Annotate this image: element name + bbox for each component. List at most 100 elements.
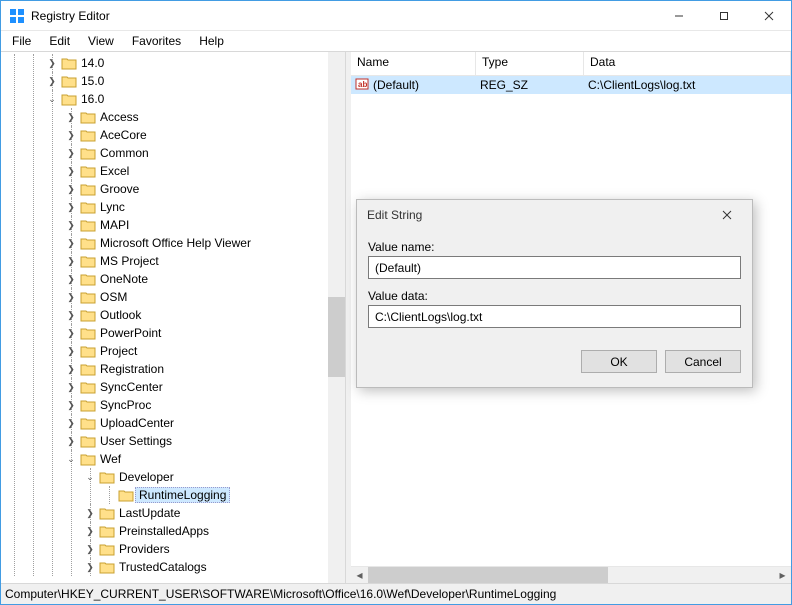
value-data-input[interactable] (368, 305, 741, 328)
expand-icon[interactable]: ❯ (64, 202, 78, 213)
folder-icon (80, 146, 96, 160)
expand-icon[interactable]: ❯ (64, 130, 78, 141)
dialog-title: Edit String (367, 208, 422, 222)
folder-icon (99, 470, 115, 484)
tree-node-uploadcenter[interactable]: ❯UploadCenter (64, 414, 345, 432)
expand-icon[interactable]: ❯ (64, 112, 78, 123)
horizontal-scrollbar[interactable]: ◂ ▸ (351, 566, 791, 583)
menu-edit[interactable]: Edit (40, 32, 79, 50)
tree-node-trustedcatalogs[interactable]: ❯TrustedCatalogs (83, 558, 345, 576)
window-controls (656, 1, 791, 30)
expand-icon[interactable]: ❯ (64, 256, 78, 267)
tree-node-project[interactable]: ❯Project (64, 342, 345, 360)
ok-button[interactable]: OK (581, 350, 657, 373)
column-type[interactable]: Type (476, 52, 584, 75)
cancel-button[interactable]: Cancel (665, 350, 741, 373)
tree-node-excel[interactable]: ❯Excel (64, 162, 345, 180)
tree-node-15[interactable]: ❯15.0 (45, 72, 345, 90)
tree-node-mapi[interactable]: ❯MAPI (64, 216, 345, 234)
dialog-close-button[interactable] (712, 208, 742, 223)
scroll-track[interactable] (368, 567, 774, 583)
scroll-right-icon[interactable]: ▸ (774, 567, 791, 584)
expand-icon[interactable]: ❯ (83, 508, 97, 519)
tree-node-lastupdate[interactable]: ❯LastUpdate (83, 504, 345, 522)
folder-icon (61, 56, 77, 70)
tree-node-onenote[interactable]: ❯OneNote (64, 270, 345, 288)
expand-icon[interactable]: ❯ (45, 76, 59, 87)
value-data-label: Value data: (368, 289, 741, 303)
folder-icon (118, 488, 134, 502)
tree-node-providers[interactable]: ❯Providers (83, 540, 345, 558)
collapse-icon[interactable]: ⌄ (45, 94, 59, 105)
menu-view[interactable]: View (79, 32, 123, 50)
expand-icon[interactable]: ❯ (64, 292, 78, 303)
string-value-icon: ab (355, 77, 369, 94)
column-name[interactable]: Name (351, 52, 476, 75)
expand-icon[interactable]: ❯ (64, 400, 78, 411)
scroll-left-icon[interactable]: ◂ (351, 567, 368, 584)
folder-icon (80, 308, 96, 322)
tree-node-osm[interactable]: ❯OSM (64, 288, 345, 306)
tree-node-developer[interactable]: ⌄Developer (83, 468, 345, 486)
value-row[interactable]: ab (Default) REG_SZ C:\ClientLogs\log.tx… (351, 76, 791, 94)
expand-icon[interactable]: ❯ (64, 382, 78, 393)
folder-icon (80, 290, 96, 304)
menubar: File Edit View Favorites Help (1, 31, 791, 51)
maximize-button[interactable] (701, 1, 746, 30)
tree-node-runtimelogging[interactable]: RuntimeLogging (102, 486, 345, 504)
tree-node-msproject[interactable]: ❯MS Project (64, 252, 345, 270)
column-data[interactable]: Data (584, 52, 791, 75)
close-button[interactable] (746, 1, 791, 30)
tree-node-outlook[interactable]: ❯Outlook (64, 306, 345, 324)
minimize-button[interactable] (656, 1, 701, 30)
folder-icon (80, 380, 96, 394)
tree-node-common[interactable]: ❯Common (64, 144, 345, 162)
folder-icon (80, 362, 96, 376)
menu-help[interactable]: Help (190, 32, 233, 50)
expand-icon[interactable]: ❯ (64, 364, 78, 375)
dialog-titlebar[interactable]: Edit String (357, 200, 752, 230)
collapse-icon[interactable]: ⌄ (83, 472, 97, 483)
tree-node-powerpoint[interactable]: ❯PowerPoint (64, 324, 345, 342)
tree-node-access[interactable]: ❯Access (64, 108, 345, 126)
expand-icon[interactable]: ❯ (64, 274, 78, 285)
registry-tree[interactable]: ❯14.0 ❯15.0 ⌄16.0 ❯Access ❯AceCore ❯Comm… (1, 52, 345, 578)
tree-node-14[interactable]: ❯14.0 (45, 54, 345, 72)
expand-icon[interactable]: ❯ (64, 220, 78, 231)
tree-node-synccenter[interactable]: ❯SyncCenter (64, 378, 345, 396)
registry-editor-window: Registry Editor File Edit View Favorites… (0, 0, 792, 605)
tree-node-groove[interactable]: ❯Groove (64, 180, 345, 198)
expand-icon[interactable]: ❯ (83, 526, 97, 537)
value-name-input[interactable] (368, 256, 741, 279)
expand-icon[interactable]: ❯ (64, 238, 78, 249)
expand-icon[interactable]: ❯ (64, 310, 78, 321)
expand-icon[interactable]: ❯ (64, 184, 78, 195)
expand-icon[interactable]: ❯ (83, 544, 97, 555)
tree-node-lync[interactable]: ❯Lync (64, 198, 345, 216)
tree-node-acecore[interactable]: ❯AceCore (64, 126, 345, 144)
expand-icon[interactable]: ❯ (64, 328, 78, 339)
tree-node-preinstalledapps[interactable]: ❯PreinstalledApps (83, 522, 345, 540)
tree-node-registration[interactable]: ❯Registration (64, 360, 345, 378)
titlebar: Registry Editor (1, 1, 791, 31)
folder-icon (80, 200, 96, 214)
menu-file[interactable]: File (3, 32, 40, 50)
expand-icon[interactable]: ❯ (83, 562, 97, 573)
expand-icon[interactable]: ❯ (45, 58, 59, 69)
menu-favorites[interactable]: Favorites (123, 32, 190, 50)
tree-node-16[interactable]: ⌄16.0 (45, 90, 345, 108)
expand-icon[interactable]: ❯ (64, 418, 78, 429)
tree-node-usersettings[interactable]: ❯User Settings (64, 432, 345, 450)
folder-icon (80, 344, 96, 358)
collapse-icon[interactable]: ⌄ (64, 454, 78, 465)
expand-icon[interactable]: ❯ (64, 148, 78, 159)
tree-node-wef[interactable]: ⌄Wef (64, 450, 345, 468)
tree-node-mohv[interactable]: ❯Microsoft Office Help Viewer (64, 234, 345, 252)
svg-text:ab: ab (358, 80, 367, 89)
tree-pane: ❯14.0 ❯15.0 ⌄16.0 ❯Access ❯AceCore ❯Comm… (1, 52, 346, 583)
scroll-thumb[interactable] (368, 567, 608, 583)
expand-icon[interactable]: ❯ (64, 346, 78, 357)
expand-icon[interactable]: ❯ (64, 166, 78, 177)
tree-node-syncproc[interactable]: ❯SyncProc (64, 396, 345, 414)
expand-icon[interactable]: ❯ (64, 436, 78, 447)
